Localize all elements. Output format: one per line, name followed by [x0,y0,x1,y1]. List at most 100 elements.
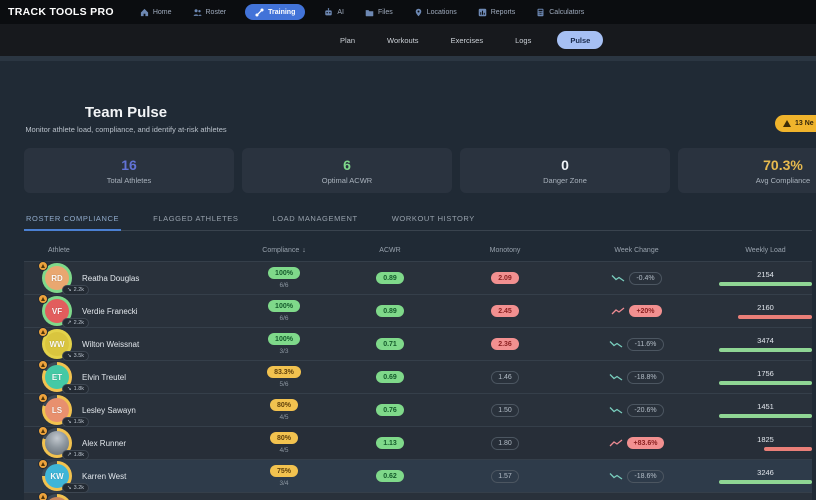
column-header-acwr[interactable]: ACWR [324,247,456,254]
week-change-badge: -20.6% [627,404,664,417]
locations-icon [414,8,423,17]
compliance-fraction: 3/3 [279,348,288,355]
stats-row: 16Total Athletes6Optimal ACWR0Danger Zon… [24,148,816,193]
week-change-cell: -0.4% [554,262,719,294]
acwr-cell: 0.76 [324,394,456,426]
athlete-name: Elvin Treutel [82,373,126,382]
mini-load-pill: ↗1.8k [62,450,89,460]
table-row[interactable]: ET↘1.8kElvin Treutel83.3%5/60.691.46-18.… [24,360,812,393]
week-change-badge: -18.8% [627,371,664,384]
stat-value: 16 [121,157,137,173]
mini-load-pill: ↘3.5k [62,351,89,361]
monotony-cell: 2.45 [456,295,554,327]
weekly-load-cell: 3246 [719,460,812,492]
nav-items: Home Roster Training AI Files Locations Report… [138,4,603,20]
monotony-cell: 2.09 [456,262,554,294]
load-bar [719,414,812,418]
trend-down-icon [609,472,623,480]
compliance-badge: 100% [268,333,300,345]
page-header: Team Pulse Monitor athlete load, complia… [24,104,228,134]
athlete-name: Karren West [82,472,126,481]
attention-badge-label: 13 Ne [795,120,814,127]
monotony-cell: 1.46 [456,361,554,393]
nav-item-ai[interactable]: AI [322,4,346,20]
warning-dot-icon [38,492,48,500]
stat-value: 0 [561,157,569,173]
nav-item-label: Files [378,9,393,16]
load-bar-track [719,414,812,418]
subnav-tab-plan[interactable]: Plan [334,32,361,49]
acwr-cell: 0.89 [324,295,456,327]
section-tab-workout-history[interactable]: WORKOUT HISTORY [390,207,477,230]
column-header-week-change[interactable]: Week Change [554,247,719,254]
attention-badge[interactable]: 13 Ne [775,115,816,132]
column-header-compliance[interactable]: Compliance↓ [244,247,324,254]
table-row[interactable]: LS↘1.5kLesley Sawayn80%4/50.761.50-20.6%… [24,393,812,426]
week-change-badge: -0.4% [629,272,662,285]
mini-trend-icon: ↗ [67,320,72,326]
athlete-cell [24,493,244,500]
compliance-fraction: 3/4 [279,480,288,487]
top-navbar: TRACK TOOLS PRO HomeRosterTrainingAIFile… [0,0,816,24]
load-bar [738,315,812,319]
week-change-cell: -20.6% [554,394,719,426]
stat-label: Avg Compliance [756,176,810,185]
compliance-cell: 100% 3/3 [244,328,324,360]
compliance-fraction: 4/5 [279,414,288,421]
nav-item-label: Locations [427,9,457,16]
subnav-tabs: Plan Workouts Exercises Logs Pulse [334,31,603,49]
table-row[interactable]: VF↗2.2kVerdie Franecki100%6/60.892.45+20… [24,294,812,327]
nav-item-reports[interactable]: Reports [476,4,518,20]
load-bar-track [719,315,812,319]
table-row[interactable]: ↗1.8kAlex Runner80%4/51.131.80+83.6%1825 [24,426,812,459]
mini-trend-icon: ↗ [67,452,72,458]
column-header-athlete[interactable]: Athlete [24,247,244,254]
monotony-badge: 2.09 [491,272,519,284]
nav-item-training[interactable]: Training [245,4,305,20]
athlete-cell: ET↘1.8k Elvin Treutel [24,361,244,393]
table-row[interactable]: KW↘3.2kKarren West75%3/40.621.57-18.6%32… [24,459,812,492]
section-tab-load-management[interactable]: LOAD MANAGEMENT [270,207,359,230]
athlete-name: Wilton Weissnat [82,340,139,349]
subnav-tab-logs[interactable]: Logs [509,32,537,49]
column-header-weekly-load[interactable]: Weekly Load [719,247,812,254]
nav-item-files[interactable]: Files [363,4,395,20]
avatar: VF↗2.2k [42,296,72,326]
weekly-load-cell [719,493,812,500]
compliance-badge: 75% [270,465,298,477]
nav-item-locations[interactable]: Locations [412,4,459,20]
avatar: KW↘3.2k [42,461,72,491]
acwr-cell: 0.71 [324,328,456,360]
load-bar-track [719,348,812,352]
avatar: RD↘2.2k [42,263,72,293]
nav-item-calculators[interactable]: Calculators [534,4,586,20]
monotony-cell: 1.57 [456,460,554,492]
mini-load-value: 1.8k [74,386,84,392]
weekly-load-value: 1756 [757,369,774,378]
nav-item-home[interactable]: Home [138,4,174,20]
mini-trend-icon: ↘ [67,485,72,491]
acwr-cell: 0.69 [324,361,456,393]
stat-card-optimal-acwr: 6Optimal ACWR [242,148,452,193]
week-change-cell: -18.6% [554,460,719,492]
nav-item-roster[interactable]: Roster [191,4,229,20]
compliance-cell: 80%4/5 [244,394,324,426]
compliance-fraction: 6/6 [279,282,288,289]
athlete-name: Lesley Sawayn [82,406,136,415]
table-row[interactable]: RD↘2.2kReatha Douglas100%6/60.892.09-0.4… [24,261,812,294]
load-bar-track [719,282,812,286]
monotony-badge: 1.57 [491,470,520,483]
subnav-tab-pulse[interactable]: Pulse [557,31,603,49]
compliance-fraction: 5/6 [279,381,288,388]
column-header-monotony[interactable]: Monotony [456,247,554,254]
subnav-tab-workouts[interactable]: Workouts [381,32,425,49]
section-tab-flagged-athletes[interactable]: FLAGGED ATHLETES [151,207,240,230]
mini-load-value: 3.5k [74,353,84,359]
weekly-load-cell: 2160 [719,295,812,327]
compliance-cell: 75%3/4 [244,460,324,492]
table-row-partial[interactable] [24,492,812,500]
subnav-tab-exercises[interactable]: Exercises [445,32,490,49]
section-tab-roster-compliance[interactable]: ROSTER COMPLIANCE [24,207,121,231]
avatar: ET↘1.8k [42,362,72,392]
table-row[interactable]: WW↘3.5kWilton Weissnat100%3/30.712.36-11… [24,327,812,360]
